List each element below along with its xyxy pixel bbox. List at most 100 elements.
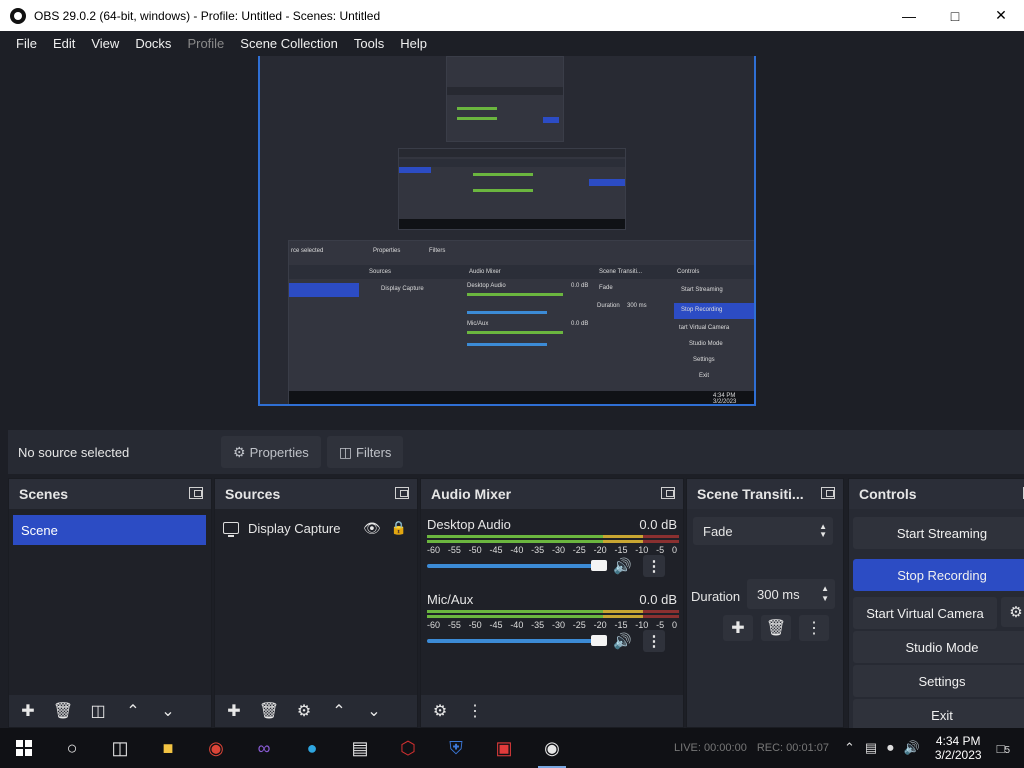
filters-label: Filters <box>356 444 392 460</box>
channel-menu-button[interactable]: ⋮ <box>643 630 665 652</box>
transition-properties-button[interactable]: ⋮ <box>799 615 829 641</box>
chevron-up-icon[interactable]: ⌃ <box>844 740 855 756</box>
nested-duration-value: 300 ms <box>627 303 647 309</box>
undock-icon[interactable] <box>189 487 203 499</box>
maximize-button[interactable]: □ <box>932 0 978 31</box>
move-source-down-button[interactable]: ⌄ <box>359 698 389 724</box>
title-bar: OBS 29.0.2 (64-bit, windows) - Profile: … <box>0 0 1024 31</box>
volume-icon[interactable]: 🔊 <box>904 740 920 756</box>
chevron-up-down-icon: ▲ ▼ <box>819 522 827 539</box>
notification-count: 5 <box>1004 744 1010 756</box>
start-streaming-button[interactable]: Start Streaming <box>853 517 1024 549</box>
scenes-header: Scenes <box>9 479 211 509</box>
volume-slider[interactable] <box>427 639 605 643</box>
close-button[interactable]: ✕ <box>978 0 1024 31</box>
channel-name: Desktop Audio <box>427 517 511 532</box>
nested-no-source: rce selected <box>291 248 324 254</box>
nested-desktop-audio: Desktop Audio <box>467 283 506 289</box>
spin-arrows-icon[interactable]: ▲ ▼ <box>821 584 829 604</box>
nested-start-streaming: Start Streaming <box>681 287 723 293</box>
menu-file[interactable]: File <box>8 36 45 51</box>
nested-fade: Fade <box>599 285 613 291</box>
obs-taskbar-button[interactable]: ◉ <box>528 728 576 768</box>
menu-scene-collection[interactable]: Scene Collection <box>232 36 346 51</box>
menu-help[interactable]: Help <box>392 36 435 51</box>
notifications-icon[interactable]: □5 <box>997 741 1010 756</box>
minimize-button[interactable]: — <box>886 0 932 31</box>
volume-slider[interactable] <box>427 564 605 568</box>
move-scene-down-button[interactable]: ⌄ <box>153 698 183 724</box>
volume-slider-handle[interactable] <box>591 635 607 646</box>
camera-app-button[interactable]: ▣ <box>480 728 528 768</box>
windows-logo-icon <box>16 740 32 756</box>
speaker-icon[interactable]: 🔊 <box>613 557 632 575</box>
menu-profile[interactable]: Profile <box>179 36 232 51</box>
mixer-menu-button[interactable]: ⋮ <box>460 698 490 724</box>
remove-scene-button[interactable]: 🗑 <box>48 698 78 724</box>
menu-docks[interactable]: Docks <box>127 36 179 51</box>
preview-area[interactable]: rce selected Properties Filters Sources … <box>8 56 1024 428</box>
menu-view[interactable]: View <box>83 36 127 51</box>
microphone-icon[interactable]: ⏺ <box>887 740 894 756</box>
start-button[interactable] <box>0 728 48 768</box>
start-virtual-camera-button[interactable]: Start Virtual Camera <box>853 597 997 629</box>
scene-filters-button[interactable]: ◫ <box>83 698 113 724</box>
exit-button[interactable]: Exit <box>853 699 1024 731</box>
volume-slider-handle[interactable] <box>591 560 607 571</box>
nested-db-mic: 0.0 dB <box>571 321 589 327</box>
virtual-camera-settings-button[interactable]: ⚙ <box>1001 597 1024 627</box>
search-button[interactable]: ○ <box>48 728 96 768</box>
duration-spinbox[interactable]: 300 ms ▲ ▼ <box>747 579 835 609</box>
settings-button[interactable]: Settings <box>853 665 1024 697</box>
scene-item[interactable]: Scene <box>13 515 206 545</box>
security-app-button[interactable]: ⬡ <box>384 728 432 768</box>
edge-button[interactable]: ● <box>288 728 336 768</box>
scale-tick: -40 <box>510 545 524 555</box>
file-explorer-button[interactable]: ■ <box>144 728 192 768</box>
undock-icon[interactable] <box>395 487 409 499</box>
eye-icon[interactable]: 👁 <box>363 520 381 537</box>
audio-mixer-dock: Audio Mixer Desktop Audio 0.0 dB -60 -55… <box>420 478 684 728</box>
visual-studio-button[interactable]: ∞ <box>240 728 288 768</box>
menu-tools[interactable]: Tools <box>346 36 392 51</box>
windows-taskbar: ○ ◫ ■ ◉ ∞ ● ▤ ⬡ ⛨ ▣ ◉ LIVE: 00:00:00 REC… <box>0 728 1024 768</box>
filters-button[interactable]: ◫ Filters <box>326 436 404 468</box>
lock-icon[interactable]: 🔒 <box>391 520 407 536</box>
menu-edit[interactable]: Edit <box>45 36 83 51</box>
transition-select[interactable]: Fade ▲ ▼ <box>693 517 833 545</box>
obs-logo-icon <box>10 7 26 24</box>
remove-transition-button[interactable]: 🗑 <box>761 615 791 641</box>
remove-source-button[interactable]: 🗑 <box>254 698 284 724</box>
add-transition-button[interactable]: ✚ <box>723 615 753 641</box>
chrome-button[interactable]: ◉ <box>192 728 240 768</box>
stop-recording-button[interactable]: Stop Recording <box>853 559 1024 591</box>
app-button[interactable]: ▤ <box>336 728 384 768</box>
advanced-audio-button[interactable]: ⚙ <box>425 698 455 724</box>
scale-tick: -45 <box>489 545 503 555</box>
channel-menu-button[interactable]: ⋮ <box>643 555 665 577</box>
undock-icon[interactable] <box>661 487 675 499</box>
source-item[interactable]: Display Capture 👁 🔒 <box>223 515 407 541</box>
preview-canvas[interactable]: rce selected Properties Filters Sources … <box>258 56 756 406</box>
defender-button[interactable]: ⛨ <box>432 728 480 768</box>
move-scene-up-button[interactable]: ⌃ <box>118 698 148 724</box>
task-view-button[interactable]: ◫ <box>96 728 144 768</box>
undock-icon[interactable] <box>821 487 835 499</box>
speaker-icon[interactable]: 🔊 <box>613 632 632 650</box>
move-source-up-button[interactable]: ⌃ <box>324 698 354 724</box>
source-properties-button[interactable]: ⚙ <box>289 698 319 724</box>
properties-label: Properties <box>249 444 309 460</box>
add-scene-button[interactable]: ✚ <box>13 698 43 724</box>
nested-clock-date: 3/2/2023 <box>713 399 737 405</box>
clock[interactable]: 4:34 PM 3/2/2023 <box>935 734 982 762</box>
network-icon[interactable]: ▤ <box>865 740 877 756</box>
add-source-button[interactable]: ✚ <box>219 698 249 724</box>
shield-red-icon: ⬡ <box>400 737 416 758</box>
scale-tick: -20 <box>593 620 607 630</box>
properties-button[interactable]: ⚙ Properties <box>221 436 321 468</box>
scale-tick: -20 <box>593 545 607 555</box>
edge-icon: ● <box>306 737 318 758</box>
menu-bar: File Edit View Docks Profile Scene Colle… <box>0 31 1024 56</box>
controls-title: Controls <box>859 486 917 502</box>
studio-mode-button[interactable]: Studio Mode <box>853 631 1024 663</box>
